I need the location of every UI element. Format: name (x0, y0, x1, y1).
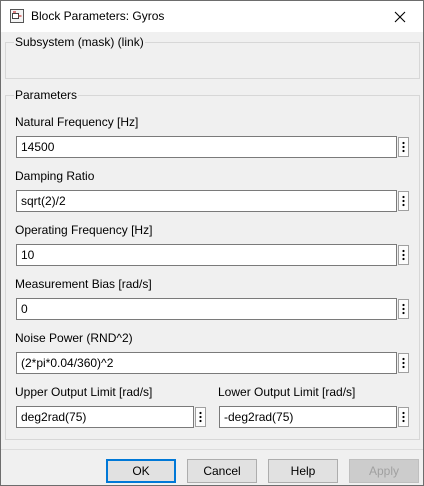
lower-output-limit-field[interactable]: -deg2rad(75) (219, 406, 397, 428)
cancel-button[interactable]: Cancel (187, 459, 257, 483)
title-bar[interactable]: Block Parameters: Gyros (1, 1, 423, 32)
upper-output-limit-label: Upper Output Limit [rad/s] (15, 385, 153, 399)
parameters-group-title: Parameters (14, 88, 79, 102)
more-options-icon[interactable] (398, 407, 409, 427)
measurement-bias-label: Measurement Bias [rad/s] (15, 277, 152, 291)
help-button[interactable]: Help (268, 459, 338, 483)
more-options-icon[interactable] (398, 299, 409, 319)
measurement-bias-field[interactable]: 0 (16, 298, 397, 320)
more-options-icon[interactable] (195, 407, 206, 427)
upper-output-limit-field[interactable]: deg2rad(75) (16, 406, 194, 428)
more-options-icon[interactable] (398, 191, 409, 211)
natural-frequency-field[interactable]: 14500 (16, 136, 397, 158)
noise-power-label: Noise Power (RND^2) (15, 331, 133, 345)
more-options-icon[interactable] (398, 245, 409, 265)
apply-button[interactable]: Apply (349, 459, 419, 483)
dialog-window: Block Parameters: Gyros Subsystem (mask)… (0, 0, 424, 486)
operating-frequency-label: Operating Frequency [Hz] (15, 223, 153, 237)
natural-frequency-label: Natural Frequency [Hz] (15, 115, 139, 129)
damping-ratio-label: Damping Ratio (15, 169, 95, 183)
close-icon[interactable] (377, 1, 423, 32)
simulink-block-icon (10, 9, 24, 23)
ok-button[interactable]: OK (106, 459, 176, 483)
damping-ratio-field[interactable]: sqrt(2)/2 (16, 190, 397, 212)
window-title: Block Parameters: Gyros (31, 9, 165, 23)
noise-power-field[interactable]: (2*pi*0.04/360)^2 (16, 352, 397, 374)
lower-output-limit-label: Lower Output Limit [rad/s] (218, 385, 356, 399)
button-bar-divider (1, 449, 423, 450)
subsystem-description: Subsystem (mask) (link) (14, 35, 145, 49)
more-options-icon[interactable] (398, 353, 409, 373)
operating-frequency-field[interactable]: 10 (16, 244, 397, 266)
more-options-icon[interactable] (398, 137, 409, 157)
